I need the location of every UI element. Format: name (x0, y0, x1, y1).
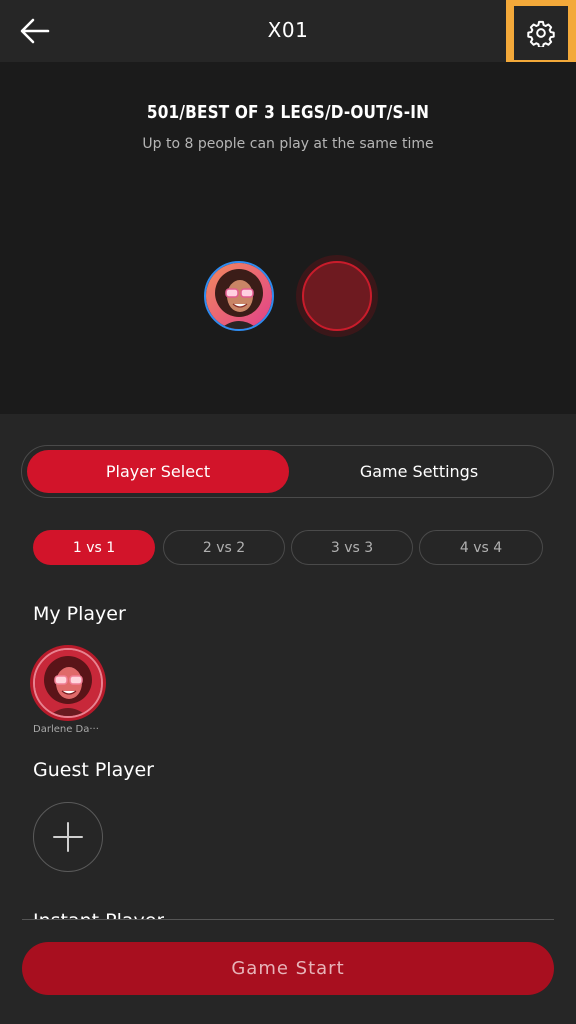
mode-1vs1-button[interactable]: 1 vs 1 (33, 530, 155, 565)
game-preview: 501/BEST OF 3 LEGS/D-OUT/S-IN Up to 8 pe… (0, 62, 576, 414)
instant-player-heading: Instant Player (33, 906, 164, 920)
game-format-subtitle: Up to 8 people can play at the same time (142, 136, 434, 152)
my-player-heading: My Player (33, 603, 126, 625)
mode-3vs3-button[interactable]: 3 vs 3 (291, 530, 413, 565)
tab-game-settings[interactable]: Game Settings (290, 450, 548, 493)
guest-player-heading: Guest Player (33, 759, 154, 781)
empty-slot-ring (302, 261, 372, 331)
add-guest-button[interactable] (33, 802, 103, 872)
avatar (33, 648, 103, 718)
settings-button-highlight[interactable] (506, 0, 576, 66)
avatar-image (35, 650, 101, 716)
mode-4vs4-button[interactable]: 4 vs 4 (419, 530, 543, 565)
mode-2vs2-button[interactable]: 2 vs 2 (163, 530, 285, 565)
player-2-empty-slot (296, 255, 378, 337)
my-player-avatar[interactable] (30, 645, 106, 721)
game-format-title: 501/BEST OF 3 LEGS/D-OUT/S-IN (146, 102, 430, 123)
top-bar: X01 (0, 0, 576, 62)
my-player-name: Darlene Da··· (33, 724, 99, 735)
plus-icon (53, 822, 83, 852)
gear-icon (527, 20, 555, 47)
app-screen: X01 501/BEST OF 3 LEGS/D-OUT/S-IN Up to … (0, 0, 576, 1024)
settings-button[interactable] (514, 6, 568, 60)
game-start-button[interactable]: Game Start (22, 942, 554, 995)
page-title: X01 (267, 18, 309, 42)
tab-bar: Player Select Game Settings (21, 445, 554, 498)
player-1-avatar (204, 261, 274, 331)
tab-player-select[interactable]: Player Select (27, 450, 289, 493)
avatar-image (206, 263, 272, 329)
